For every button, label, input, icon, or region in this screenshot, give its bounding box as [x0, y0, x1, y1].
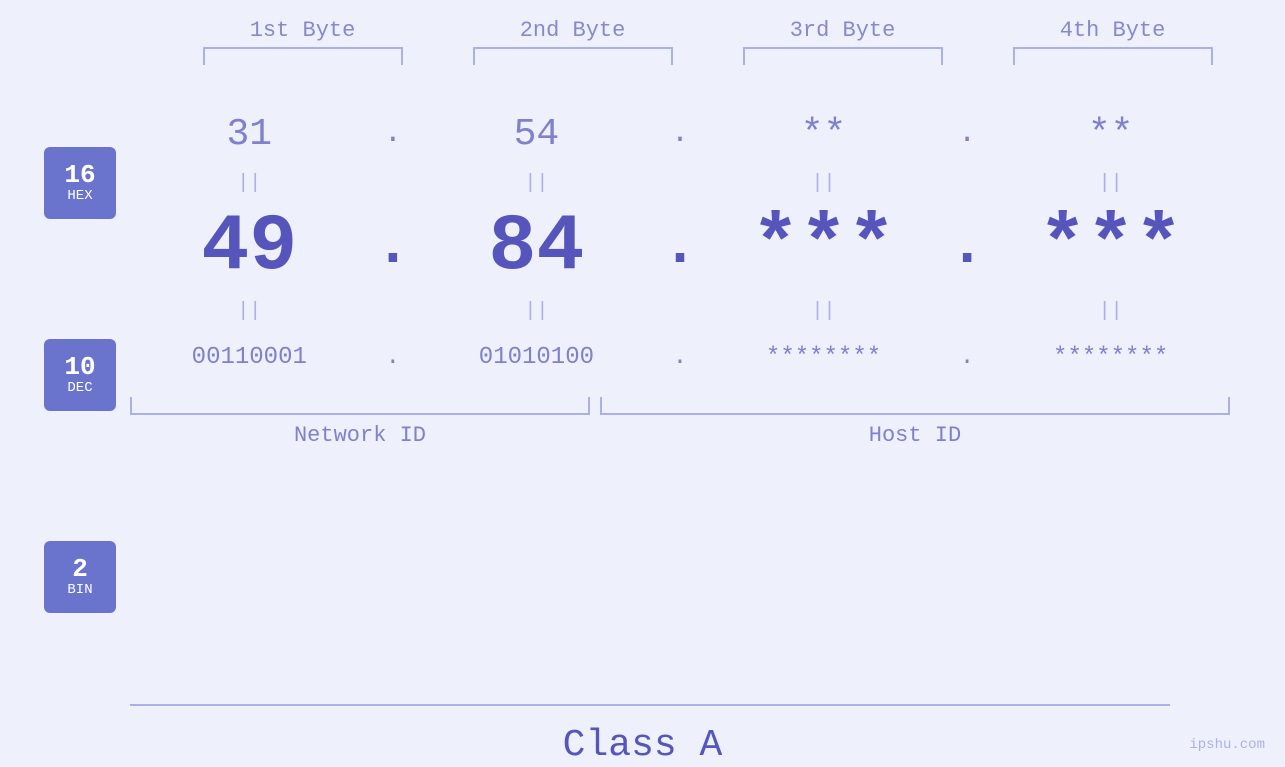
sep-row-2: || || || || — [130, 297, 1230, 325]
sep2-b1: || — [139, 300, 359, 323]
bottom-bracket-row — [130, 397, 1230, 415]
bin-badge-label: BIN — [67, 582, 92, 599]
class-label: Class A — [0, 724, 1285, 767]
bin-badge-number: 2 — [72, 556, 88, 582]
sep1-b3: || — [714, 172, 934, 195]
bottom-line — [130, 704, 1170, 706]
hex-badge: 16 HEX — [44, 147, 116, 219]
hex-dot1: . — [378, 117, 408, 151]
host-id-bracket — [600, 397, 1230, 415]
badges-column: 16 HEX 10 DEC 2 BIN — [0, 95, 130, 686]
bin-dot1: . — [378, 344, 408, 371]
sep1-b2: || — [426, 172, 646, 195]
bin-dot2: . — [665, 344, 695, 371]
bottom-brackets-area: Network ID Host ID — [130, 397, 1230, 448]
byte2-header: 2nd Byte — [463, 18, 683, 43]
hex-dot3: . — [952, 117, 982, 151]
byte1-header: 1st Byte — [193, 18, 413, 43]
hex-row: 31 . 54 . ** . ** — [130, 99, 1230, 169]
dec-badge-label: DEC — [67, 380, 92, 397]
bin-b2: 01010100 — [426, 344, 646, 371]
sep1-b4: || — [1001, 172, 1221, 195]
bin-b1: 00110001 — [139, 344, 359, 371]
sep2-b2: || — [426, 300, 646, 323]
dec-dot2: . — [665, 213, 695, 281]
main-container: 1st Byte 2nd Byte 3rd Byte 4th Byte 16 H… — [0, 0, 1285, 767]
dec-badge: 10 DEC — [44, 339, 116, 411]
network-id-label: Network ID — [130, 423, 590, 448]
network-id-bracket — [130, 397, 590, 415]
bracket-2 — [473, 47, 673, 65]
hex-b2: 54 — [426, 113, 646, 156]
byte3-header: 3rd Byte — [733, 18, 953, 43]
dec-b1: 49 — [139, 202, 359, 293]
sep2-b3: || — [714, 300, 934, 323]
sep-row-1: || || || || — [130, 169, 1230, 197]
data-columns: 31 . 54 . ** . ** || || || || 49 — [130, 85, 1285, 686]
host-id-label: Host ID — [600, 423, 1230, 448]
bottom-labels: Network ID Host ID — [130, 423, 1230, 448]
dec-dot1: . — [378, 213, 408, 281]
hex-badge-label: HEX — [67, 188, 92, 205]
byte4-header: 4th Byte — [1003, 18, 1223, 43]
sep1-b1: || — [139, 172, 359, 195]
bracket-1 — [203, 47, 403, 65]
sep2-b4: || — [1001, 300, 1221, 323]
hex-badge-number: 16 — [64, 162, 95, 188]
bracket-4 — [1013, 47, 1213, 65]
dec-dot3: . — [952, 213, 982, 281]
hex-b1: 31 — [139, 113, 359, 156]
bin-dot3: . — [952, 344, 982, 371]
bracket-3 — [743, 47, 943, 65]
dec-b3: *** — [714, 202, 934, 293]
content-area: 16 HEX 10 DEC 2 BIN 31 . 54 . — [0, 75, 1285, 686]
bin-b3: ******** — [714, 344, 934, 371]
hex-dot2: . — [665, 117, 695, 151]
top-brackets — [168, 47, 1248, 65]
byte-headers: 1st Byte 2nd Byte 3rd Byte 4th Byte — [168, 18, 1248, 43]
dec-row: 49 . 84 . *** . *** — [130, 197, 1230, 297]
watermark: ipshu.com — [1189, 737, 1265, 753]
hex-b3: ** — [714, 113, 934, 156]
dec-badge-number: 10 — [64, 354, 95, 380]
bin-b4: ******** — [1001, 344, 1221, 371]
bin-badge: 2 BIN — [44, 541, 116, 613]
dec-b2: 84 — [426, 202, 646, 293]
dec-b4: *** — [1001, 202, 1221, 293]
bin-row: 00110001 . 01010100 . ******** . *******… — [130, 329, 1230, 385]
hex-b4: ** — [1001, 113, 1221, 156]
